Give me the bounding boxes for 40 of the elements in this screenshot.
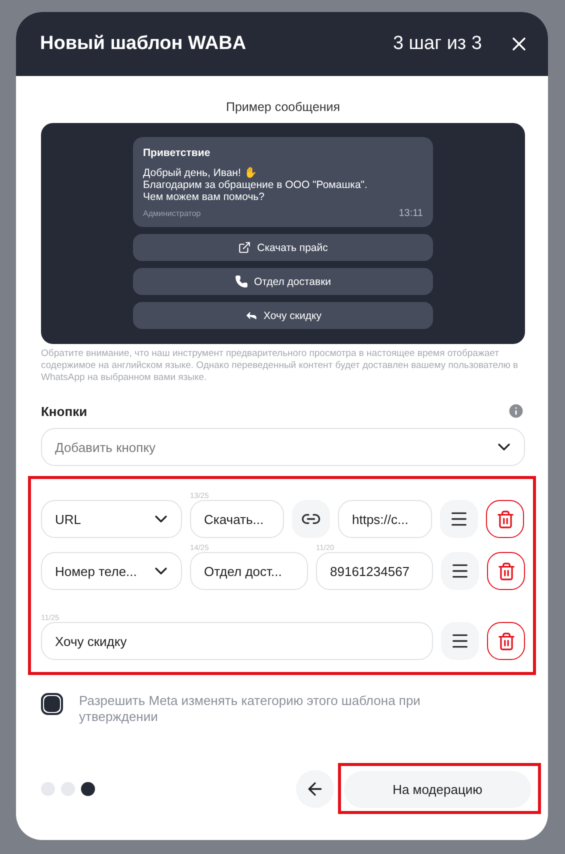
trash-icon: [496, 632, 516, 650]
preview-button[interactable]: Отдел доставки: [133, 268, 433, 295]
delete-button[interactable]: [487, 552, 525, 590]
message-time: 13:11: [398, 208, 423, 219]
button-text-field[interactable]: Хочу скидку: [41, 622, 433, 660]
add-button-select[interactable]: Добавить кнопку: [41, 428, 525, 466]
reply-arrow-icon: [244, 309, 258, 322]
checkbox-label: Разрешить Meta изменять категорию этого шаблона при утверждении: [79, 693, 422, 725]
link-button[interactable]: [292, 500, 330, 538]
delete-button[interactable]: [487, 622, 525, 660]
button-text-field[interactable]: Скачать...: [190, 500, 284, 538]
message-text: Добрый день, Иван! ✋: [143, 167, 258, 179]
info-icon[interactable]: [507, 402, 525, 420]
phone-icon: [234, 275, 248, 288]
button-type-select[interactable]: URL: [41, 500, 182, 538]
checkbox[interactable]: [41, 693, 63, 715]
phone-field[interactable]: 89161234567: [316, 552, 433, 590]
sender-name: Администратор: [143, 209, 201, 218]
delete-button[interactable]: [486, 500, 524, 538]
trash-icon: [496, 510, 514, 528]
trash-icon: [496, 562, 516, 580]
external-link-icon: [238, 241, 252, 254]
back-button[interactable]: [296, 770, 334, 808]
drag-handle[interactable]: [440, 500, 478, 538]
preview-label: Пример сообщения: [224, 100, 342, 114]
drag-handle[interactable]: [441, 552, 479, 590]
url-field[interactable]: https://c...: [338, 500, 432, 538]
button-type-select[interactable]: Номер теле...: [41, 552, 182, 590]
message-text: Благодарим за обращение в ООО "Ромашка".: [143, 179, 368, 191]
submit-button[interactable]: На модерацию: [344, 771, 531, 808]
step-indicator: 3 шаг из 3: [392, 33, 482, 55]
preview-button[interactable]: Скачать прайс: [133, 234, 433, 261]
preview-note: Обратите внимание, что наш инструмент предварительного просмотра в настоящее время отображает содержимое на английском языке. Однако переведенный контент будет доставлен вашему пользователю в WhatsApp на выбранном вами языке.: [41, 348, 520, 384]
preview-button[interactable]: Хочу скидку: [133, 302, 433, 329]
dialog-title: Новый шаблон WABA: [40, 33, 248, 55]
drag-handle[interactable]: [441, 622, 479, 660]
section-title: Кнопки: [41, 404, 88, 418]
message-header: Приветствие: [143, 147, 212, 159]
button-text-field[interactable]: Отдел дост...: [190, 552, 308, 590]
message-text: Чем можем вам помочь?: [143, 191, 266, 203]
